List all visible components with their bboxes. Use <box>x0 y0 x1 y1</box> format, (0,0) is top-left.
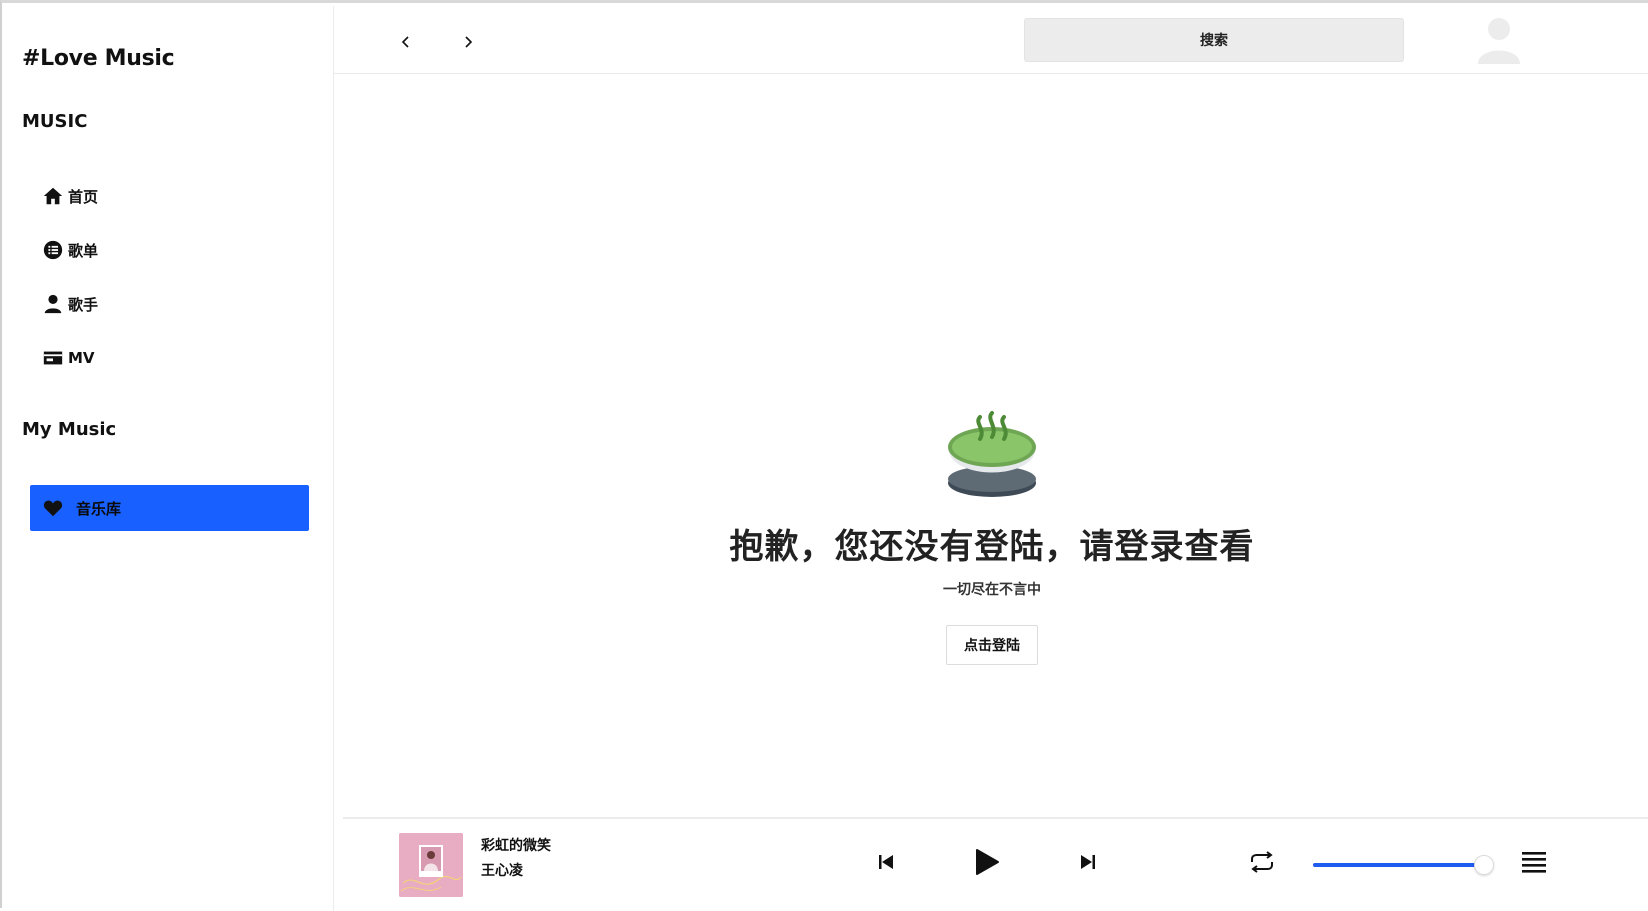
sidebar-item-label: 歌单 <box>68 241 99 260</box>
next-icon <box>1081 855 1095 869</box>
album-cover[interactable] <box>399 833 463 897</box>
search-label: 搜索 <box>1200 33 1228 49</box>
volume-fill <box>1313 863 1484 867</box>
next-button[interactable] <box>1075 849 1101 875</box>
user-avatar[interactable] <box>1474 14 1524 66</box>
previous-button[interactable] <box>873 849 899 875</box>
volume-thumb[interactable] <box>1474 855 1494 875</box>
empty-state-title: 抱歉，您还没有登陆，请登录查看 <box>729 527 1255 567</box>
back-button[interactable] <box>390 26 422 58</box>
search-input[interactable]: 搜索 <box>1024 18 1404 62</box>
top-bar: 搜索 <box>334 6 1648 74</box>
login-button[interactable]: 点击登陆 <box>946 625 1038 665</box>
chevron-left-icon <box>401 36 409 48</box>
heart-icon <box>43 500 63 517</box>
main-content: 抱歉，您还没有登陆，请登录查看 一切尽在不言中 点击登陆 <box>334 75 1648 817</box>
sidebar-item-label: 音乐库 <box>76 499 122 518</box>
volume-slider[interactable] <box>1313 855 1494 875</box>
repeat-icon <box>1251 851 1273 873</box>
user-icon <box>44 294 62 314</box>
video-card-icon <box>43 351 63 365</box>
playlist-icon <box>1522 852 1546 873</box>
sidebar-item-playlists[interactable]: 歌单 <box>42 235 98 265</box>
song-artist[interactable]: 王心凌 <box>481 860 523 880</box>
play-icon <box>976 849 999 875</box>
app-window: #Love Music MUSIC 首页 歌单 歌手 MV My Music 音… <box>0 0 1648 911</box>
sidebar-item-library[interactable]: 音乐库 <box>30 485 309 531</box>
sidebar-item-artists[interactable]: 歌手 <box>42 289 98 319</box>
brand-title: #Love Music <box>22 46 175 71</box>
sidebar-item-label: 歌手 <box>68 295 99 314</box>
sidebar-item-home[interactable]: 首页 <box>42 181 98 211</box>
list-icon <box>43 240 63 260</box>
playlist-button[interactable] <box>1519 847 1549 877</box>
album-art-image <box>399 833 463 897</box>
forward-button[interactable] <box>452 26 484 58</box>
sidebar-item-label: MV <box>68 349 95 367</box>
repeat-button[interactable] <box>1247 847 1277 877</box>
chevron-right-icon <box>465 36 473 48</box>
play-button[interactable] <box>967 843 1005 881</box>
sidebar-item-label: 首页 <box>68 187 99 206</box>
player-bar: 彩虹的微笑 王心凌 <box>343 817 1648 911</box>
tea-cup-icon <box>948 411 1036 497</box>
user-avatar-icon <box>1478 18 1520 64</box>
previous-icon <box>879 855 893 869</box>
home-icon <box>43 187 63 205</box>
song-title: 彩虹的微笑 <box>481 838 551 854</box>
section-title-music: MUSIC <box>22 111 88 132</box>
sidebar: #Love Music MUSIC 首页 歌单 歌手 MV My Music 音… <box>4 6 334 911</box>
sidebar-item-mv[interactable]: MV <box>42 343 95 373</box>
section-title-my-music: My Music <box>22 419 117 440</box>
empty-state-subtitle: 一切尽在不言中 <box>943 582 1041 598</box>
